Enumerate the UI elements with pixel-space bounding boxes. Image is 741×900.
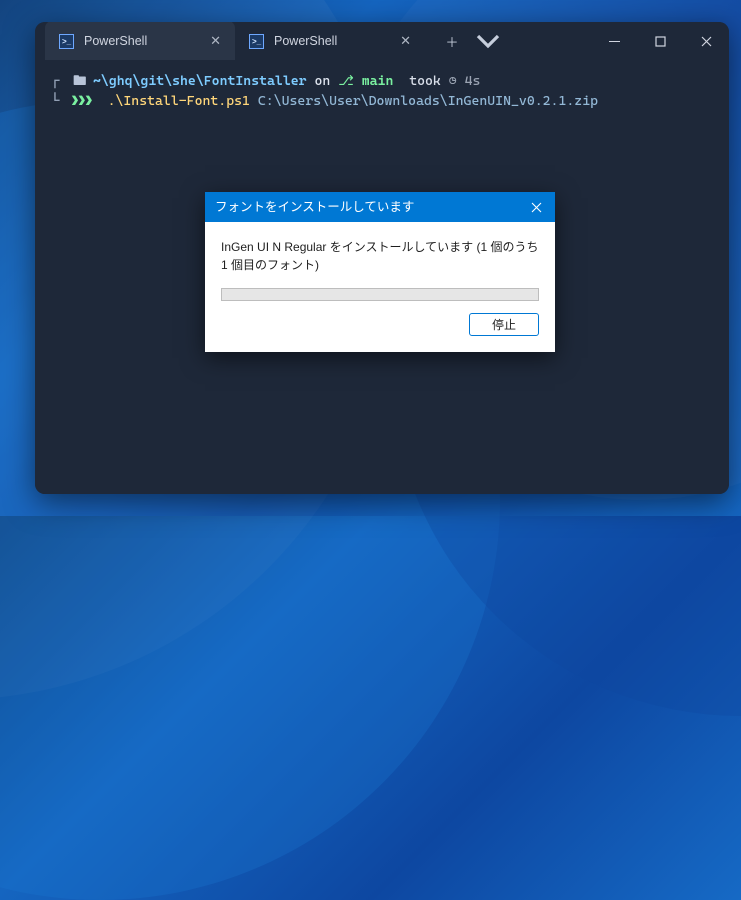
tab-label: PowerShell (274, 34, 337, 48)
dialog-body: InGen UI N Regular をインストールしています (1 個のうち … (205, 222, 555, 313)
powershell-icon: >_ (249, 34, 264, 49)
window-titlebar: >_ PowerShell ✕ >_ PowerShell ✕ ＋ (35, 22, 729, 60)
prompt-took: took (409, 73, 441, 89)
terminal-window: >_ PowerShell ✕ >_ PowerShell ✕ ＋ (35, 22, 729, 494)
dialog-footer: 停止 (205, 313, 555, 352)
prompt-on: on (315, 73, 331, 89)
close-tab-icon[interactable]: ✕ (210, 33, 221, 49)
folder-icon: 🖿 (73, 72, 87, 92)
powershell-icon: >_ (59, 34, 74, 49)
clock-icon: ◷ (449, 73, 457, 89)
maximize-button[interactable] (637, 22, 683, 60)
tab-powershell-2[interactable]: >_ PowerShell ✕ (235, 22, 425, 60)
font-install-dialog: フォントをインストールしています InGen UI N Regular をインス… (205, 192, 555, 352)
dialog-titlebar[interactable]: フォントをインストールしています (205, 192, 555, 222)
dialog-message: InGen UI N Regular をインストールしています (1 個のうち … (221, 238, 539, 274)
tab-strip: >_ PowerShell ✕ >_ PowerShell ✕ (35, 22, 425, 60)
close-window-button[interactable] (683, 22, 729, 60)
prompt-corner-icon: └ (51, 92, 65, 112)
tab-label: PowerShell (84, 34, 147, 48)
prompt-path-line: ┌🖿~\ghq\git\she\FontInstaller on ⎇ main … (49, 72, 715, 92)
prompt-corner-icon: ┌ (51, 72, 65, 92)
new-tab-button[interactable]: ＋ (437, 26, 467, 56)
command-script: .\Install-Font.ps1 (108, 93, 250, 109)
git-branch-icon: ⎇ (338, 73, 354, 89)
command-argument: C:\Users\User\Downloads\InGenUIN_v0.2.1.… (258, 93, 598, 109)
tab-actions: ＋ (431, 22, 509, 60)
prompt-duration: 4s (465, 73, 481, 89)
minimize-button[interactable] (591, 22, 637, 60)
dialog-title-text: フォントをインストールしています (215, 198, 414, 216)
progress-bar (221, 288, 539, 301)
git-branch-name: main (362, 73, 394, 89)
tab-powershell-1[interactable]: >_ PowerShell ✕ (45, 22, 235, 60)
tab-dropdown-button[interactable] (473, 26, 503, 56)
prompt-path: ~\ghq\git\she\FontInstaller (93, 73, 307, 89)
command-line: └ ❯❯❯ .\Install-Font.ps1 C:\Users\User\Do… (49, 92, 715, 112)
close-tab-icon[interactable]: ✕ (400, 33, 411, 49)
dialog-close-button[interactable] (517, 192, 555, 222)
terminal-body[interactable]: ┌🖿~\ghq\git\she\FontInstaller on ⎇ main … (35, 60, 729, 494)
stop-button[interactable]: 停止 (469, 313, 539, 336)
window-controls (591, 22, 729, 60)
prompt-chevrons: ❯❯❯ (71, 93, 92, 109)
